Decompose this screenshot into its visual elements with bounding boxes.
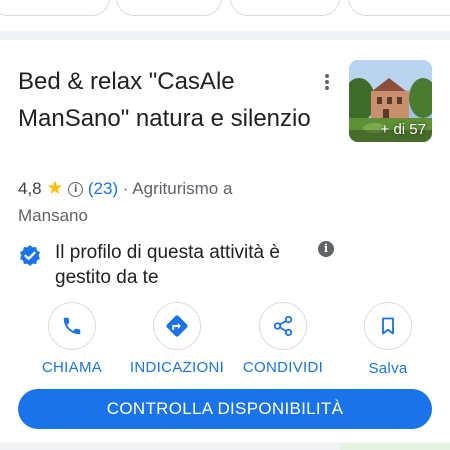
photo-count: + di 57: [380, 121, 426, 138]
filter-chip[interactable]: [230, 0, 340, 16]
place-title: Bed & relax "CasAle ManSano" natura e si…: [18, 68, 311, 132]
map-preview-edge: [340, 443, 450, 450]
location: Mansano: [18, 206, 88, 225]
filter-chip[interactable]: [116, 0, 222, 16]
separator: ·: [118, 179, 133, 198]
category: Agriturismo a: [132, 179, 233, 198]
call-label: CHIAMA: [41, 359, 103, 376]
ownership-message: Il profilo di questa attività è gestito …: [55, 242, 280, 288]
rating-value: 4,8: [18, 179, 42, 198]
phone-icon: [63, 317, 81, 335]
share-label: CONDIVIDI: [242, 359, 324, 376]
call-button[interactable]: CHIAMA: [17, 302, 127, 376]
call-button-circle[interactable]: [48, 302, 96, 350]
directions-button-circle[interactable]: [153, 302, 201, 350]
check-availability-button[interactable]: CONTROLLA DISPONIBILITÀ: [18, 389, 432, 429]
directions-icon: [166, 315, 188, 337]
save-label: Salva: [368, 360, 408, 377]
rating-info-icon[interactable]: i: [68, 182, 84, 197]
more-options-icon[interactable]: [318, 70, 336, 94]
filter-chips-row: [0, 0, 450, 30]
share-button-circle[interactable]: [259, 302, 307, 350]
review-count[interactable]: (23): [88, 179, 118, 198]
bookmark-icon: [382, 317, 394, 335]
star-icon: ★: [46, 178, 64, 199]
verified-badge-icon: [18, 244, 42, 273]
save-button[interactable]: Salva: [333, 302, 443, 377]
place-photo-thumbnail[interactable]: + di 57: [349, 60, 432, 142]
ownership-info-icon[interactable]: i: [318, 241, 334, 257]
filter-chip[interactable]: [348, 0, 450, 16]
save-button-circle[interactable]: [364, 302, 412, 350]
directions-label: INDICAZIONI: [129, 359, 225, 376]
filter-chip[interactable]: [0, 0, 110, 16]
section-divider: [0, 31, 450, 40]
share-icon: [273, 315, 293, 337]
share-button[interactable]: CONDIVIDI: [228, 302, 338, 376]
directions-button[interactable]: INDICAZIONI: [122, 302, 232, 376]
rating-row: 4,8 ★ i (23) · Agriturismo a: [18, 177, 232, 200]
